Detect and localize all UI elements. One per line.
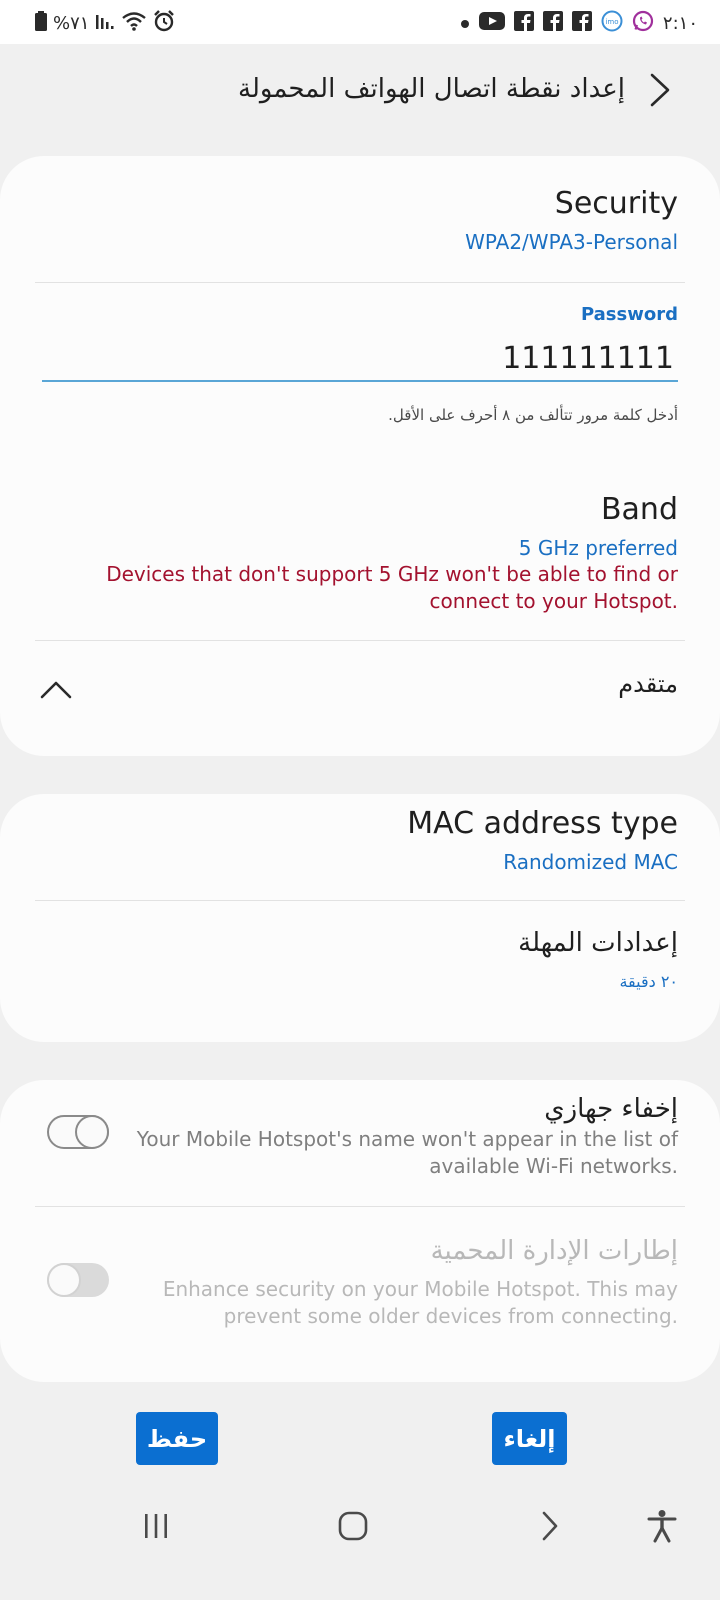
- settings-card-privacy: إخفاء جهازي Your Mobile Hotspot's name w…: [0, 1080, 720, 1382]
- timeout-value[interactable]: ٢٠ دقيقة: [619, 972, 678, 991]
- facebook-icon: [542, 11, 563, 36]
- divider: [35, 640, 685, 641]
- timeout-title[interactable]: إعدادات المهلة: [518, 928, 678, 958]
- back-button[interactable]: [640, 70, 680, 114]
- home-button[interactable]: [323, 1506, 383, 1550]
- status-left-group: %٧١: [35, 10, 175, 37]
- imo-icon: imo: [601, 10, 623, 37]
- status-time: ٢:١٠: [662, 13, 698, 34]
- battery-percent: %٧١: [53, 13, 90, 34]
- accessibility-button[interactable]: [632, 1506, 692, 1550]
- mac-title[interactable]: MAC address type: [407, 806, 678, 841]
- app-bar: إعداد نقطة اتصال الهواتف المحمولة: [0, 44, 720, 154]
- back-nav-button[interactable]: [520, 1506, 580, 1550]
- divider: [35, 1206, 685, 1207]
- password-label: Password: [580, 304, 678, 325]
- pmf-description: Enhance security on your Mobile Hotspot.…: [162, 1277, 678, 1328]
- chevron-left-icon: [649, 73, 671, 111]
- status-bar: %٧١ imo ٢:١٠: [0, 0, 720, 44]
- divider: [35, 900, 685, 901]
- svg-text:imo: imo: [605, 18, 618, 26]
- band-value[interactable]: 5 GHz preferred: [519, 536, 678, 560]
- security-title[interactable]: Security: [555, 186, 678, 221]
- recent-apps-icon: [142, 1513, 170, 1543]
- cancel-button[interactable]: إلغاء: [492, 1412, 567, 1465]
- mac-value[interactable]: Randomized MAC: [503, 850, 678, 874]
- battery-icon: [35, 11, 47, 36]
- pmf-title: إطارات الإدارة المحمية: [430, 1236, 678, 1266]
- navigation-bar: [0, 1486, 720, 1600]
- facebook-icon: [571, 11, 592, 36]
- chevron-right-icon: [541, 1511, 559, 1545]
- band-title[interactable]: Band: [601, 492, 678, 527]
- hide-device-description: Your Mobile Hotspot's name won't appear …: [136, 1127, 678, 1178]
- password-field[interactable]: [42, 336, 678, 382]
- toggle-knob: [75, 1115, 109, 1149]
- signal-icon: [95, 11, 115, 36]
- settings-card-network: Security WPA2/WPA3-Personal Password أدخ…: [0, 156, 720, 756]
- band-warning: Devices that don't support 5 GHz won't b…: [106, 562, 678, 613]
- divider: [35, 282, 685, 283]
- security-value[interactable]: WPA2/WPA3-Personal: [465, 230, 678, 254]
- facebook-icon: [513, 11, 534, 36]
- hide-device-toggle[interactable]: [47, 1115, 109, 1149]
- alarm-icon: [153, 10, 175, 37]
- home-icon: [338, 1511, 368, 1545]
- accessibility-icon: [647, 1509, 677, 1547]
- recent-apps-button[interactable]: [126, 1506, 186, 1550]
- wifi-icon: [121, 11, 147, 36]
- page-title: إعداد نقطة اتصال الهواتف المحمولة: [238, 74, 625, 104]
- youtube-icon: [478, 12, 505, 35]
- settings-card-mac: MAC address type Randomized MAC إعدادات …: [0, 794, 720, 1042]
- whatsapp-icon: [632, 10, 654, 37]
- pmf-toggle: [47, 1263, 109, 1297]
- hide-device-title[interactable]: إخفاء جهازي: [544, 1094, 678, 1124]
- save-button[interactable]: حفظ: [136, 1412, 218, 1465]
- toggle-knob: [47, 1263, 81, 1297]
- chevron-up-icon[interactable]: [40, 678, 72, 704]
- advanced-label[interactable]: متقدم: [618, 670, 678, 698]
- status-right-group: imo ٢:١٠: [460, 10, 698, 37]
- dot-icon: [460, 13, 470, 34]
- password-hint: أدخل كلمة مرور تتألف من ٨ أحرف على الأقل…: [388, 406, 678, 424]
